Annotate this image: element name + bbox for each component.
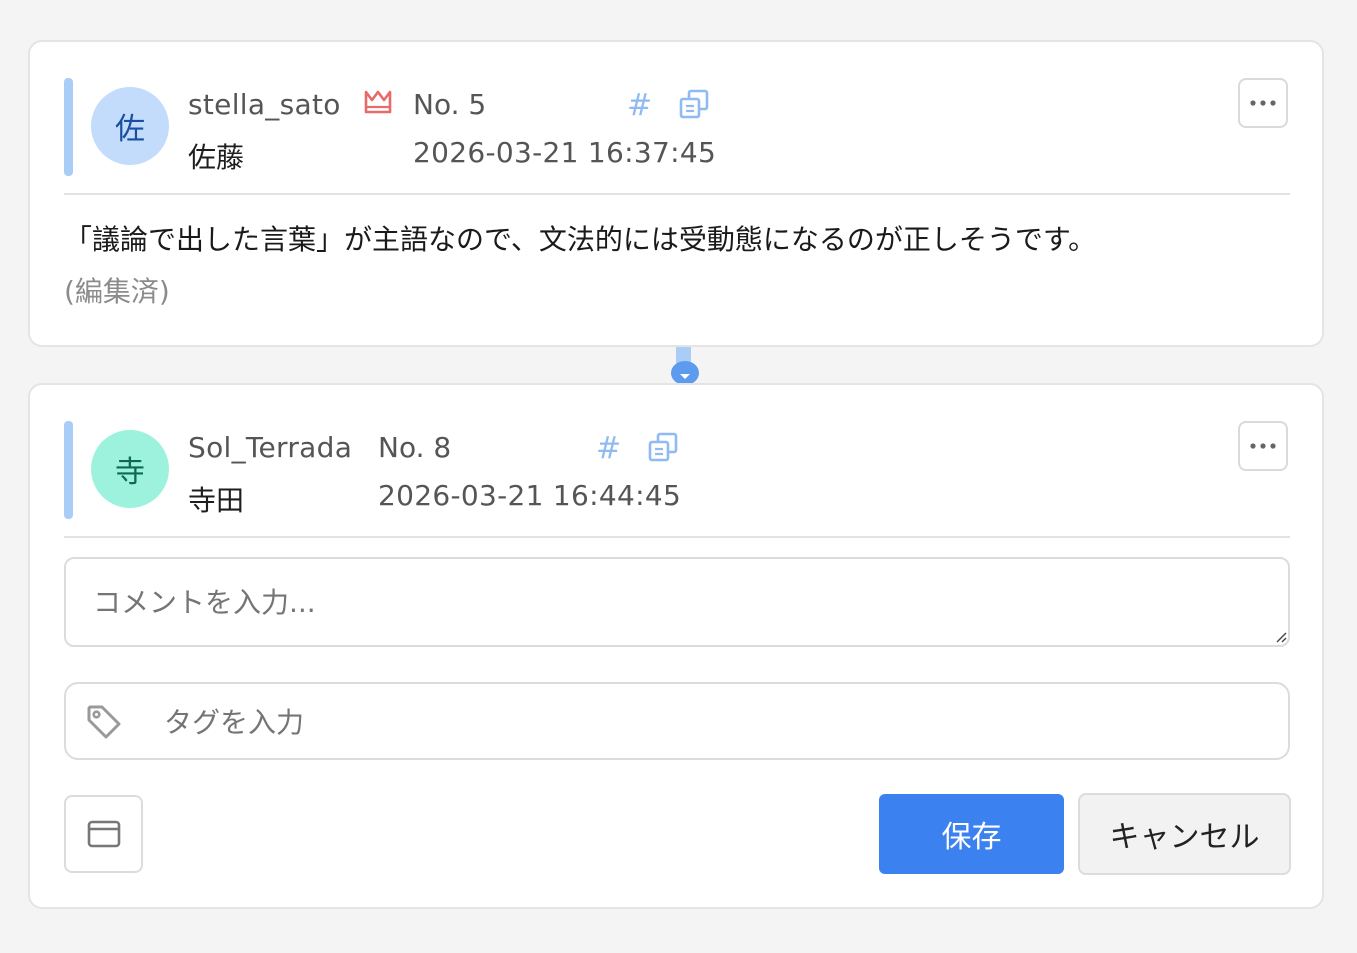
ellipsis-icon: [1250, 443, 1276, 449]
display-name: 寺田: [188, 484, 245, 517]
tag-icon: [87, 705, 121, 739]
avatar-initial: 佐: [115, 112, 145, 147]
more-options-button[interactable]: [1238, 421, 1288, 471]
hash-icon[interactable]: #: [627, 88, 652, 123]
copy-icon[interactable]: [678, 88, 710, 120]
username: Sol_Terrada: [188, 431, 353, 464]
display-name: 佐藤: [188, 141, 245, 174]
ellipsis-icon: [1250, 100, 1276, 106]
post-number: No. 8: [378, 431, 452, 464]
tag-field[interactable]: [64, 682, 1290, 760]
calendar-button[interactable]: [64, 795, 143, 873]
divider: [64, 193, 1290, 195]
accent-bar: [64, 78, 73, 176]
avatar: 佐: [91, 87, 169, 165]
hash-icon[interactable]: #: [596, 431, 621, 466]
comment-card: 佐 stella_sato No. 5 # 佐藤 2026-03-21 16:3…: [28, 40, 1324, 347]
tag-input[interactable]: [162, 700, 1166, 744]
reply-editor-card: 寺 Sol_Terrada No. 8 # 寺田 2026-03-21 16:4…: [28, 383, 1324, 909]
thread-connector-node: [671, 361, 699, 385]
post-number: No. 5: [413, 88, 487, 121]
avatar: 寺: [91, 430, 169, 508]
caret-down-icon: [680, 374, 690, 379]
save-button[interactable]: 保存: [879, 794, 1064, 874]
cancel-button[interactable]: キャンセル: [1078, 793, 1291, 875]
more-options-button[interactable]: [1238, 78, 1288, 128]
resize-handle-icon[interactable]: [1275, 631, 1287, 643]
crown-icon: [364, 90, 392, 114]
accent-bar: [64, 421, 73, 519]
comment-body: 「議論で出した言葉」が主語なので、文法的には受動態になるのが正しそうです。: [64, 223, 1097, 256]
edited-label: (編集済): [64, 275, 170, 308]
timestamp: 2026-03-21 16:44:45: [378, 479, 682, 512]
timestamp: 2026-03-21 16:37:45: [413, 136, 717, 169]
username: stella_sato: [188, 88, 341, 121]
copy-icon[interactable]: [647, 431, 679, 463]
divider: [64, 536, 1290, 538]
calendar-icon: [87, 820, 120, 848]
avatar-initial: 寺: [115, 455, 145, 490]
comment-input[interactable]: [64, 557, 1290, 647]
